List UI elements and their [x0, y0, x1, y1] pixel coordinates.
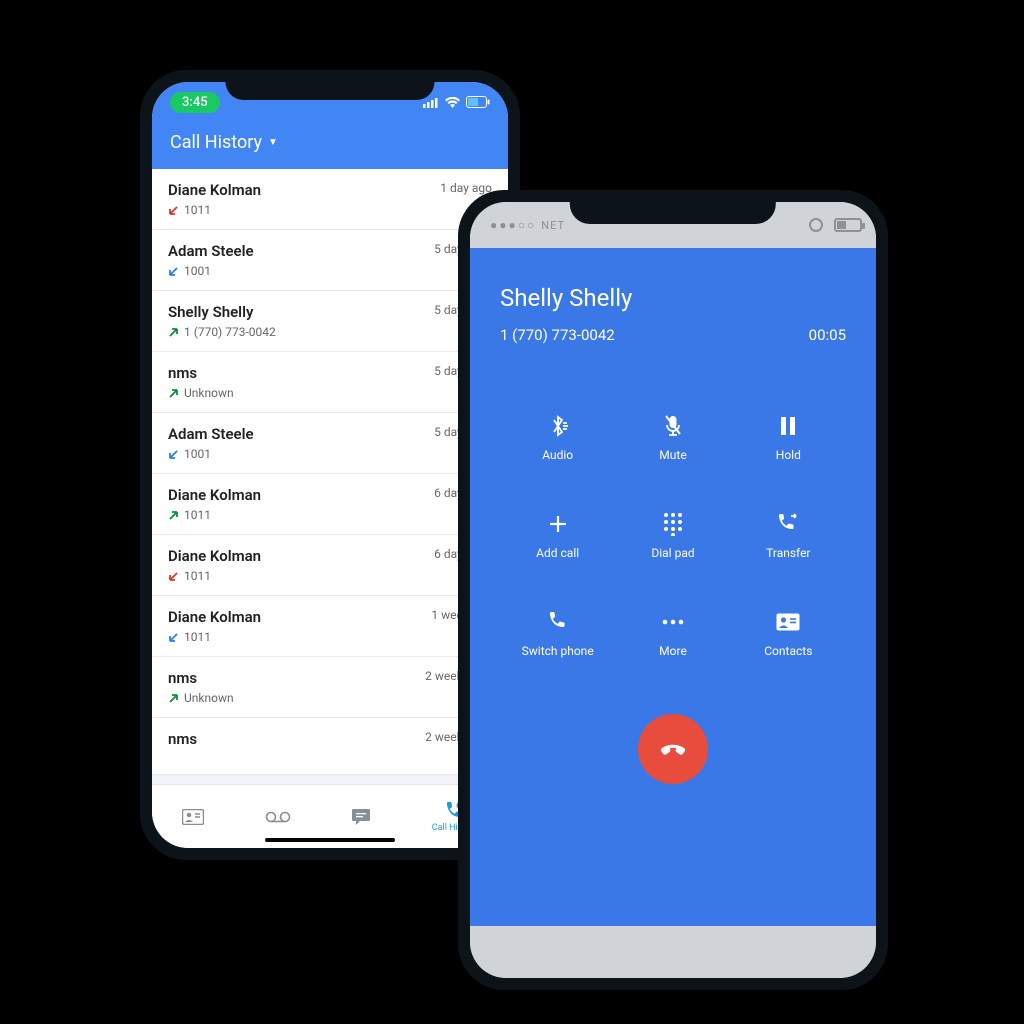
button-label: Transfer	[766, 546, 810, 560]
notch	[226, 70, 435, 100]
contact-name: Adam Steele	[168, 425, 254, 443]
dialpad-button[interactable]: Dial pad	[615, 512, 730, 560]
contacts-button[interactable]: Contacts	[731, 610, 846, 658]
button-label: Contacts	[764, 644, 812, 658]
contact-name: Diane Kolman	[168, 181, 261, 199]
contact-name: Adam Steele	[168, 242, 254, 260]
status-time: 3:45	[170, 92, 220, 113]
call-direction-icon	[168, 449, 178, 459]
call-history-row[interactable]: Shelly Shelly5 days ago1 (770) 773-00421…	[152, 291, 508, 351]
mic-off-icon	[659, 414, 687, 438]
contact-name: Diane Kolman	[168, 547, 261, 565]
bottom-bar	[470, 926, 876, 978]
call-number: 1 (770) 773-0042	[168, 325, 276, 339]
call-history-row[interactable]: nms2 weeks agoUnknown0:00	[152, 657, 508, 717]
call-number: Unknown	[168, 386, 234, 400]
more-horizontal-icon	[659, 610, 687, 634]
contact-name: Diane Kolman	[168, 608, 261, 626]
call-direction-icon	[168, 510, 178, 520]
battery-icon	[466, 96, 490, 108]
screen-call: ●●●○○ NET Shelly Shelly 1 (770) 773-0042…	[470, 202, 876, 978]
call-direction-icon	[168, 388, 178, 398]
call-direction-icon	[168, 266, 178, 276]
call-history-row[interactable]: Diane Kolman6 days ago10110:00	[152, 535, 508, 595]
call-direction-icon	[168, 205, 178, 215]
contact-name: nms	[168, 364, 197, 382]
call-panel: Shelly Shelly 1 (770) 773-0042 00:05 Aud…	[470, 248, 876, 926]
call-direction-icon	[168, 571, 178, 581]
page-title-text: Call History	[170, 132, 262, 153]
tab-contacts[interactable]	[182, 809, 204, 825]
call-number: 1001	[168, 447, 211, 461]
mute-button[interactable]: Mute	[615, 414, 730, 462]
call-number: 1001	[168, 264, 211, 278]
transfer-button[interactable]: Transfer	[731, 512, 846, 560]
call-number: 1011	[168, 203, 211, 217]
phone-forward-icon	[774, 512, 802, 536]
plus-icon	[544, 512, 572, 536]
call-number: 1 (770) 773-0042	[500, 326, 615, 344]
call-history-row[interactable]: nms2 weeks ago	[152, 718, 508, 774]
tab-voicemail[interactable]	[265, 811, 291, 823]
call-history-row[interactable]: Diane Kolman6 days ago10111:04	[152, 474, 508, 534]
contact-card-icon	[774, 610, 802, 634]
battery-icon	[834, 218, 862, 232]
carrier-label: NET	[541, 219, 565, 232]
contact-name: Diane Kolman	[168, 486, 261, 504]
hold-button[interactable]: Hold	[731, 414, 846, 462]
button-label: Add call	[536, 546, 579, 560]
home-indicator[interactable]	[265, 838, 395, 842]
globe-icon	[809, 218, 823, 232]
button-label: Mute	[659, 448, 686, 462]
call-number: Unknown	[168, 691, 234, 705]
call-history-list[interactable]: Diane Kolman1 day ago10110:00Adam Steele…	[152, 169, 508, 774]
contact-card-icon	[182, 809, 204, 825]
button-label: Switch phone	[522, 644, 594, 658]
call-action-grid: Audio Mute Hold	[500, 414, 846, 658]
button-label: Dial pad	[651, 546, 694, 560]
button-label: Audio	[542, 448, 573, 462]
screen-history: 3:45 Call History ▼ Diane Kolman1 day ag…	[152, 82, 508, 848]
contact-name: nms	[168, 730, 197, 748]
phone-hangup-icon	[656, 732, 690, 766]
end-call-button[interactable]	[638, 714, 708, 784]
bluetooth-audio-icon	[544, 414, 572, 438]
call-direction-icon	[168, 327, 178, 337]
signal-dots-icon: ●●●○○	[490, 218, 536, 232]
call-history-row[interactable]: Adam Steele5 days ago10011:47	[152, 230, 508, 290]
audio-button[interactable]: Audio	[500, 414, 615, 462]
wifi-icon	[445, 97, 460, 108]
call-history-row[interactable]: Adam Steele5 days ago10010:07	[152, 413, 508, 473]
switch-phone-button[interactable]: Switch phone	[500, 610, 615, 658]
chat-icon	[351, 808, 371, 826]
more-button[interactable]: More	[615, 610, 730, 658]
call-number: 1011	[168, 508, 211, 522]
call-history-row[interactable]: nms5 days agoUnknown0:00	[152, 352, 508, 412]
call-elapsed: 00:05	[809, 326, 846, 344]
call-contact-name: Shelly Shelly	[500, 284, 846, 312]
add-call-button[interactable]: Add call	[500, 512, 615, 560]
call-history-row[interactable]: Diane Kolman1 week ago10115:55	[152, 596, 508, 656]
call-number	[168, 752, 184, 762]
phone-icon	[544, 610, 572, 634]
button-label: Hold	[776, 448, 801, 462]
call-number: 1011	[168, 569, 211, 583]
chevron-down-icon: ▼	[268, 137, 278, 148]
contact-name: Shelly Shelly	[168, 303, 253, 321]
page-title[interactable]: Call History ▼	[152, 122, 508, 169]
call-direction-icon	[168, 693, 178, 703]
call-direction-icon	[168, 752, 178, 762]
dialpad-icon	[659, 512, 687, 536]
tab-chat[interactable]	[351, 808, 371, 826]
button-label: More	[659, 644, 687, 658]
call-direction-icon	[168, 632, 178, 642]
signal-icon	[423, 97, 439, 108]
contact-name: nms	[168, 669, 197, 687]
notch	[570, 190, 776, 224]
voicemail-icon	[265, 811, 291, 823]
call-history-row[interactable]: Diane Kolman1 day ago10110:00	[152, 169, 508, 229]
phone-frame-call: ●●●○○ NET Shelly Shelly 1 (770) 773-0042…	[458, 190, 888, 990]
call-number: 1011	[168, 630, 211, 644]
pause-icon	[774, 414, 802, 438]
